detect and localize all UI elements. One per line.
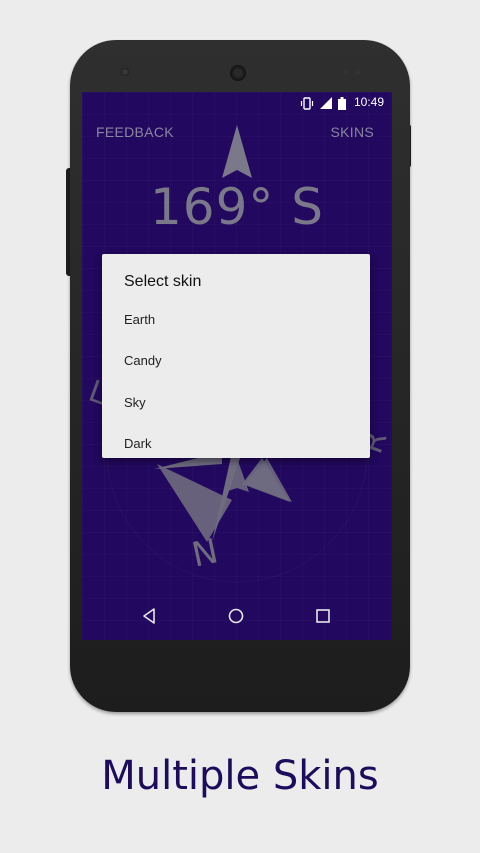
skin-option-label: Dark bbox=[124, 436, 152, 451]
skin-option-label: Candy bbox=[124, 353, 162, 368]
skin-option-label: Earth bbox=[124, 312, 156, 327]
home-icon[interactable] bbox=[226, 606, 246, 626]
skin-option-sky[interactable]: Sky bbox=[102, 384, 370, 424]
skin-option-earth[interactable]: Earth bbox=[102, 301, 370, 341]
compass-letter-n: N bbox=[188, 531, 221, 575]
front-camera bbox=[121, 68, 129, 76]
select-skin-dialog: Select skin Earth Candy Sky Dark bbox=[102, 254, 370, 458]
back-icon[interactable] bbox=[140, 606, 160, 626]
navigation-bar bbox=[82, 592, 392, 640]
promo-caption: Multiple Skins bbox=[101, 753, 379, 799]
light-sensor bbox=[355, 70, 360, 75]
skin-option-label: Sky bbox=[124, 395, 146, 410]
proximity-sensor bbox=[343, 70, 348, 75]
recents-icon[interactable] bbox=[313, 606, 333, 626]
earpiece-speaker bbox=[230, 65, 246, 81]
dialog-title: Select skin bbox=[124, 273, 202, 290]
skin-option-dark[interactable]: Dark bbox=[102, 425, 370, 465]
skin-option-candy[interactable]: Candy bbox=[102, 342, 370, 382]
